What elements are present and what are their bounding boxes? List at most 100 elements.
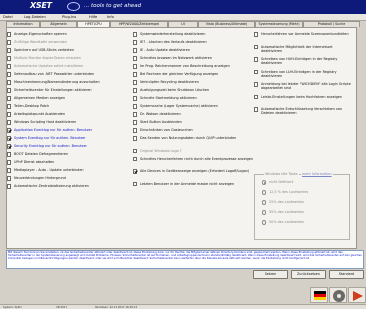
radio-35[interactable]: 35% des Laufwerkes bbox=[262, 210, 304, 216]
col3-option-2[interactable]: Schreiben von HUH-Einträgen in der Regis… bbox=[254, 57, 354, 70]
checkbox-icon[interactable] bbox=[133, 148, 138, 154]
col2-option-0[interactable]: Systemwiederherstellung deaktivieren bbox=[133, 32, 253, 40]
col2-option-7[interactable]: Ausfolgungsziel beim Shutdown Löschen bbox=[133, 88, 253, 96]
checkbox-checked-icon[interactable] bbox=[7, 144, 12, 149]
checkbox-icon[interactable] bbox=[133, 80, 138, 85]
checkbox-icon[interactable] bbox=[7, 72, 12, 77]
checkbox-icon[interactable] bbox=[254, 44, 259, 50]
col3-option-0[interactable]: Herunterfahren vor Anmelde Sceensaverbun… bbox=[254, 32, 354, 45]
checkbox-icon[interactable] bbox=[133, 104, 138, 109]
radio-50[interactable]: 50% des Laufwerkes bbox=[262, 220, 304, 226]
col2-option-3[interactable]: Schnelles browsen im Netzwerk aktivieren bbox=[133, 56, 253, 64]
checkbox-icon[interactable] bbox=[7, 40, 12, 45]
checkbox-icon[interactable] bbox=[254, 82, 259, 87]
col2-option-17[interactable]: Letzten Benutzer in der Anmelde maske ni… bbox=[133, 182, 253, 195]
checkbox-icon[interactable] bbox=[133, 181, 138, 187]
checkbox-icon[interactable] bbox=[254, 94, 259, 100]
col1-option-11[interactable]: Windows Scripting Host deaktivieren bbox=[7, 120, 125, 128]
checkbox-icon[interactable] bbox=[7, 152, 12, 157]
checkbox-checked-icon[interactable] bbox=[7, 136, 12, 141]
settings-button[interactable] bbox=[329, 287, 347, 303]
col1-option-0[interactable]: Anzeige-Eigenschaften sperren bbox=[7, 32, 125, 40]
more-info-link[interactable]: mehr Information bbox=[301, 171, 333, 176]
col1-option-8[interactable]: Allgemeinen Medien anzeigen bbox=[7, 96, 125, 104]
col2-option-5[interactable]: Bei Rechnen der gleichen Verfügung anzei… bbox=[133, 72, 253, 80]
checkbox-icon[interactable] bbox=[7, 112, 12, 117]
checkbox-icon[interactable] bbox=[7, 80, 12, 85]
checkbox-icon[interactable] bbox=[133, 112, 138, 117]
col2-option-8[interactable]: Schnelle Startmeldung aktivieren bbox=[133, 96, 253, 104]
col3-option-5[interactable]: Leiste-Einstellungen beim Hochfahren anz… bbox=[254, 95, 354, 108]
language-flag-button[interactable] bbox=[310, 287, 328, 303]
checkbox-icon[interactable] bbox=[7, 56, 12, 61]
col1-option-4[interactable]: Automatische Updates sofort installieren bbox=[7, 64, 125, 72]
col1-option-7[interactable]: Sicherheitscenter für Einstellungen akti… bbox=[7, 88, 125, 96]
checkbox-icon[interactable] bbox=[254, 69, 259, 75]
col2-option-2[interactable]: IE - Auto Update deaktivieren bbox=[133, 48, 253, 56]
col1-option-19[interactable]: Automatische Zentralstatisierung aktivie… bbox=[7, 184, 125, 192]
col1-option-15[interactable]: BOOT Dateien Defragmentieren bbox=[7, 152, 125, 160]
checkbox-icon[interactable] bbox=[7, 32, 12, 37]
menu-plug-ins[interactable]: Plug-Ins bbox=[62, 15, 76, 19]
checkbox-checked-icon[interactable] bbox=[7, 128, 12, 133]
col3-option-3[interactable]: Schreiben von LUH-Einträgen in der Regis… bbox=[254, 70, 354, 83]
col1-option-10[interactable]: Arbeitsplatzpunkt Ausblenden bbox=[7, 112, 125, 120]
radio-nicht-definiert[interactable]: nicht Definiert bbox=[262, 180, 293, 186]
menu-datei[interactable]: Datei bbox=[3, 15, 13, 19]
col1-option-14[interactable]: Security Eventlog nur für authen. Benutz… bbox=[7, 144, 125, 152]
checkbox-icon[interactable] bbox=[7, 168, 12, 173]
checkbox-icon[interactable] bbox=[7, 160, 12, 165]
col2-option-14[interactable]: Original Windows Logo ? bbox=[133, 149, 253, 157]
col1-option-17[interactable]: Mediaplayer - Auto - Update unterbinden bbox=[7, 168, 125, 176]
col3-option-6[interactable]: Automatische Entschlüsselung Verschieben… bbox=[254, 107, 354, 120]
col1-option-13[interactable]: System Eventlog nur für authen. Benutzer bbox=[7, 136, 125, 144]
col1-option-9[interactable]: Teilen-Desktop Patch bbox=[7, 104, 125, 112]
checkbox-icon[interactable] bbox=[133, 120, 138, 125]
standard-button[interactable]: Standard bbox=[329, 270, 364, 279]
exit-button[interactable] bbox=[348, 287, 366, 303]
checkbox-icon[interactable] bbox=[7, 96, 12, 101]
menu-log-dateien[interactable]: Log-Dateien bbox=[24, 15, 46, 19]
checkbox-icon[interactable] bbox=[7, 184, 12, 189]
zuruecksetzen-button[interactable]: Zurücksetzen bbox=[291, 270, 326, 279]
checkbox-icon[interactable] bbox=[133, 32, 138, 37]
checkbox-icon[interactable] bbox=[7, 88, 12, 93]
col1-option-6[interactable]: Maschinenkennung/Namensänderung ausschal… bbox=[7, 80, 125, 88]
setzen-button[interactable]: Setzen bbox=[253, 270, 288, 279]
col2-option-10[interactable]: Dr. Watson deaktivieren bbox=[133, 112, 253, 120]
checkbox-checked-icon[interactable] bbox=[133, 169, 138, 174]
col1-option-12[interactable]: Application Eventlog nur für authen. Ben… bbox=[7, 128, 125, 136]
col3-option-1[interactable]: Automatische Möglichkeit der Internetsor… bbox=[254, 45, 354, 58]
checkbox-icon[interactable] bbox=[254, 57, 259, 62]
checkbox-icon[interactable] bbox=[7, 176, 12, 181]
col1-option-2[interactable]: Speichern auf USB-Sticks verbieten bbox=[7, 48, 125, 56]
col2-option-13[interactable]: Das Senden von Nutzungsdaten durch QUIP … bbox=[133, 136, 253, 149]
checkbox-icon[interactable] bbox=[7, 120, 12, 125]
checkbox-icon[interactable] bbox=[133, 156, 138, 162]
col2-option-15[interactable]: Schnelles Herunterfahren nicht durch all… bbox=[133, 157, 253, 170]
col2-option-12[interactable]: Einschränken von Gasteurchen bbox=[133, 128, 253, 136]
checkbox-icon[interactable] bbox=[133, 96, 138, 101]
checkbox-icon[interactable] bbox=[254, 107, 259, 112]
col2-option-11[interactable]: Start Button Ausblenden bbox=[133, 120, 253, 128]
checkbox-icon[interactable] bbox=[133, 40, 138, 45]
checkbox-icon[interactable] bbox=[133, 56, 138, 61]
col1-option-1[interactable]: Zufällige Wandtafel verwenden bbox=[7, 40, 125, 48]
checkbox-icon[interactable] bbox=[133, 72, 138, 77]
col3-option-4[interactable]: Anmeldung bei letzter "WICHDIEN" alle Lo… bbox=[254, 82, 354, 95]
checkbox-icon[interactable] bbox=[7, 64, 12, 69]
col2-option-9[interactable]: Systemcache (Lager Systemcache) aktivier… bbox=[133, 104, 253, 112]
col1-option-3[interactable]: Multiple Monitor Kopier-Tasten erlauben bbox=[7, 56, 125, 64]
radio-25[interactable]: 25% des Laufwerkes bbox=[262, 200, 304, 206]
col1-option-5[interactable]: Seitenaufbau von .NET Passwörter unterbi… bbox=[7, 72, 125, 80]
col2-option-16[interactable]: Alle Devices in Geräteanzeige anzeigen (… bbox=[133, 169, 253, 182]
col1-option-18[interactable]: Neuverbindungen Hintergrund bbox=[7, 176, 125, 184]
checkbox-icon[interactable] bbox=[7, 48, 12, 53]
checkbox-icon[interactable] bbox=[254, 32, 259, 37]
checkbox-icon[interactable] bbox=[7, 104, 12, 109]
checkbox-icon[interactable] bbox=[133, 128, 138, 133]
col1-option-16[interactable]: UPnP Dienst abschalten bbox=[7, 160, 125, 168]
checkbox-icon[interactable] bbox=[133, 48, 138, 53]
col2-option-6[interactable]: Verknüpfen Recycling deaktivieren bbox=[133, 80, 253, 88]
checkbox-icon[interactable] bbox=[133, 88, 138, 93]
